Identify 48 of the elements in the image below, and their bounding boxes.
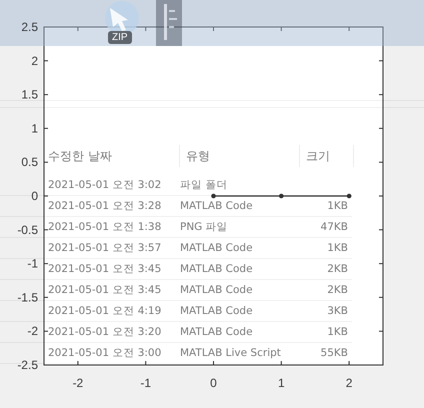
date-cell-text: 2021-05-01 오전 3:00: [48, 346, 162, 360]
tick-label: -2.5: [17, 358, 38, 372]
type-cell-text: MATLAB Code: [180, 200, 254, 212]
tick-label: -2: [27, 324, 38, 338]
tick-label: 1: [31, 121, 38, 136]
type-cell-text: PNG 파일: [180, 220, 229, 234]
type-cell-text: MATLAB Code: [180, 242, 254, 254]
size-cell-text: 1KB: [326, 242, 348, 254]
type-cell-text: MATLAB Code: [180, 305, 254, 317]
size-cell-text: 2KB: [326, 263, 348, 275]
tick-label: -0.5: [17, 222, 38, 237]
data-point: [279, 194, 284, 198]
zip-badge: ZIP: [108, 31, 132, 44]
size-cell-text: 1KB: [326, 326, 348, 338]
tick-label: 1.5: [21, 88, 38, 102]
type-cell-text: 파일 폴더: [180, 178, 228, 192]
date-cell-text: 2021-05-01 오전 3:02: [48, 178, 162, 192]
tick-label: 0.5: [21, 155, 38, 170]
tick-label: -1: [140, 376, 152, 390]
type-cell-text: MATLAB Live Script: [180, 347, 282, 359]
date-cell-text: 2021-05-01 오전 3:57: [48, 241, 162, 255]
size-cell-text: 47KB: [320, 221, 348, 233]
date-cell-text: 2021-05-01 오전 3:45: [48, 283, 162, 297]
tick-label: 1: [278, 376, 285, 390]
data-point: [346, 194, 352, 198]
tick-label: -2: [72, 376, 84, 390]
type-cell-text: MATLAB Code: [180, 263, 254, 275]
column-header[interactable]: 크기: [300, 145, 354, 167]
size-cell-text: 1KB: [326, 200, 348, 212]
date-cell-text: 2021-05-01 오전 4:19: [48, 304, 162, 318]
size-cell-text: 2KB: [326, 284, 348, 296]
tick-label: 2: [31, 54, 38, 68]
tick-label: 0: [31, 189, 38, 203]
size-cell-text: 55KB: [320, 347, 348, 359]
type-cell-text: MATLAB Code: [180, 326, 254, 338]
tick-label: -1.5: [17, 290, 38, 304]
type-cell-text: MATLAB Code: [180, 284, 254, 296]
size-cell-text: 3KB: [326, 305, 348, 317]
date-cell-text: 2021-05-01 오전 3:20: [48, 325, 162, 339]
date-cell-text: 2021-05-01 오전 3:28: [48, 199, 162, 213]
column-header[interactable]: 유형: [180, 145, 300, 167]
tick-label: 2.5: [21, 20, 38, 34]
date-cell-text: 2021-05-01 오전 1:38: [48, 220, 162, 234]
tick-label: -1: [27, 256, 38, 271]
data-point: [211, 194, 216, 198]
tick-label: 0: [210, 376, 217, 390]
date-cell-text: 2021-05-01 오전 3:45: [48, 262, 162, 276]
tick-label: 2: [346, 376, 352, 390]
